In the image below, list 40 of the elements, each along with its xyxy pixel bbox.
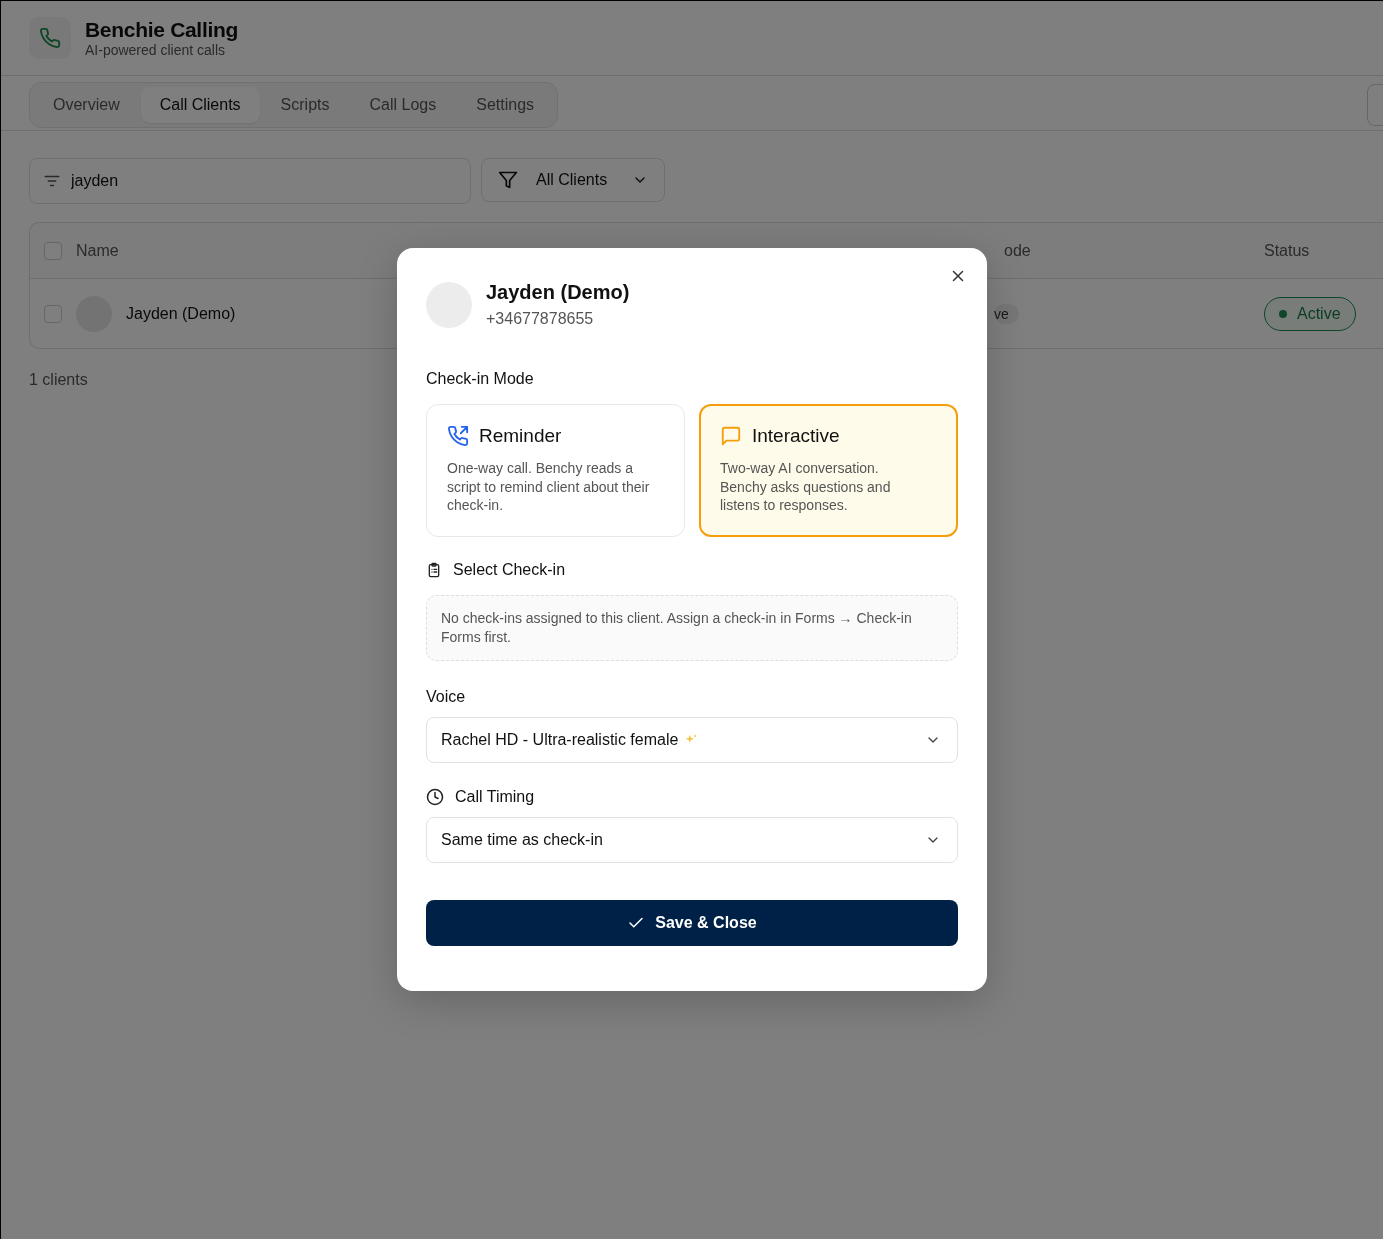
tab[interactable]: Call Logs xyxy=(350,87,456,123)
tab[interactable]: Call Clients xyxy=(140,87,260,123)
mode-option-card[interactable]: Interactive Two-way AI conversation. Benchy asks questions and listens to responses. xyxy=(699,404,958,537)
section-label: Select Check-in xyxy=(453,561,566,579)
clipboard-icon xyxy=(426,562,442,578)
column-header[interactable]: ode xyxy=(1004,241,1031,260)
timing-select[interactable]: Same time as check-in xyxy=(426,817,958,863)
section-label: Call Timing xyxy=(455,788,535,806)
column-header[interactable]: Name xyxy=(76,241,119,260)
speech-bubble-icon xyxy=(720,425,742,447)
search-field[interactable]: jayden xyxy=(29,158,471,204)
client-filter-dropdown[interactable]: All Clients xyxy=(481,158,665,202)
phone-icon xyxy=(39,27,61,49)
phone-number: +34677878655 xyxy=(486,310,595,328)
save-button[interactable]: Save & Close xyxy=(426,900,958,946)
tab[interactable]: Settings xyxy=(457,87,554,123)
funnel-icon xyxy=(498,170,518,190)
phone-arrow-icon xyxy=(447,425,469,447)
client-count: 1 clients xyxy=(29,371,88,389)
mode-option-card[interactable]: Reminder One-way call. Benchy reads a script to remind client about their check-in. xyxy=(426,404,685,537)
checkbox[interactable] xyxy=(44,241,62,260)
section-label: Check-in Mode xyxy=(426,370,535,388)
tab[interactable]: Scripts xyxy=(261,87,349,123)
status-badge: Active xyxy=(1264,296,1356,331)
voice-select[interactable]: Rachel HD - Ultra-realistic female xyxy=(426,717,958,763)
option-description: One-way call. Benchy reads a script to remind client about their check-in. xyxy=(447,459,651,515)
checkbox[interactable] xyxy=(44,304,62,323)
column-header[interactable]: Status xyxy=(1264,241,1310,260)
section-label: Voice xyxy=(426,688,467,706)
clock-icon xyxy=(426,788,444,806)
option-description: Two-way AI conversation. Benchy asks questions and listens to responses. xyxy=(720,459,892,515)
tab[interactable]: Overview xyxy=(34,87,139,123)
mode-badge: ve xyxy=(994,303,1019,324)
option-title: Reminder xyxy=(479,425,562,447)
app-subtitle: AI-powered client calls xyxy=(85,42,227,58)
app-title: Benchie Calling xyxy=(85,18,239,42)
option-title: Interactive xyxy=(752,425,840,447)
client-name: Jayden (Demo) xyxy=(486,281,630,304)
client-name: Jayden (Demo) xyxy=(126,304,236,323)
empty-notice: No check-ins assigned to this client. Assign a check-in in Forms → Check-in Forms first. xyxy=(426,595,958,661)
